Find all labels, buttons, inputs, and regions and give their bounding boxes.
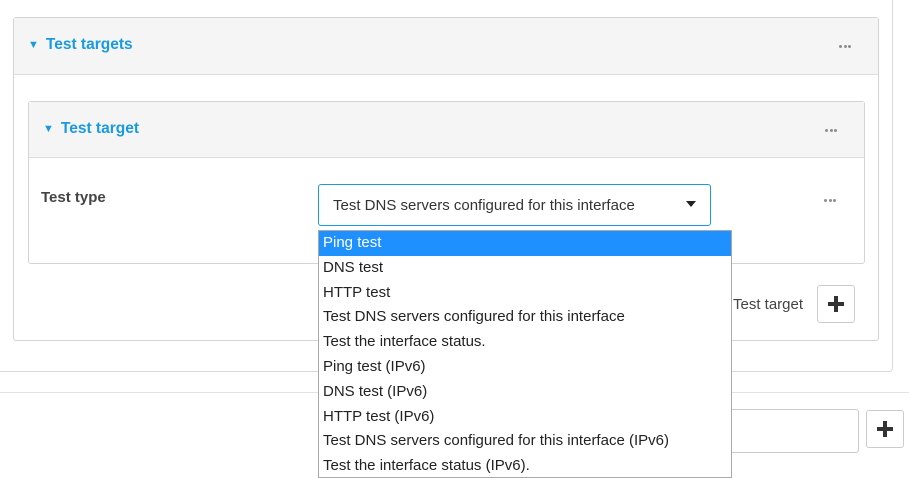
test-target-title: Test target [60, 120, 139, 137]
test-type-dropdown: Ping test DNS test HTTP test Test DNS se… [318, 230, 732, 478]
dropdown-option[interactable]: DNS test (IPv6) [319, 380, 731, 405]
collapse-caret-icon: ▼ [43, 123, 54, 135]
test-targets-header: ▼ Test targets [14, 18, 878, 75]
add-test-target-button[interactable] [817, 285, 855, 323]
plus-icon [877, 421, 893, 437]
dropdown-option[interactable]: Test the interface status. [319, 330, 731, 355]
add-item-button[interactable] [866, 410, 904, 448]
plus-icon [828, 296, 844, 312]
dropdown-option[interactable]: HTTP test (IPv6) [319, 405, 731, 430]
test-targets-toggle[interactable]: ▼ Test targets [28, 36, 133, 54]
text-input[interactable] [726, 409, 859, 453]
dropdown-option[interactable]: Test DNS servers configured for this int… [319, 305, 731, 330]
add-test-target-label: Test target [733, 296, 804, 313]
collapse-caret-icon: ▼ [28, 39, 39, 51]
dropdown-option[interactable]: DNS test [319, 256, 731, 281]
more-dots-icon[interactable] [824, 199, 836, 202]
more-dots-icon[interactable] [825, 129, 837, 132]
dropdown-option[interactable]: Ping test (IPv6) [319, 355, 731, 380]
test-type-select[interactable]: Test DNS servers configured for this int… [318, 184, 711, 226]
test-type-value: Test DNS servers configured for this int… [333, 196, 635, 214]
dropdown-option[interactable]: Ping test [319, 231, 731, 256]
dropdown-option[interactable]: Test the interface status (IPv6). [319, 454, 731, 477]
dropdown-option[interactable]: Test DNS servers configured for this int… [319, 429, 731, 454]
chevron-down-icon [686, 201, 696, 207]
test-target-toggle[interactable]: ▼ Test target [43, 120, 139, 138]
test-type-label: Test type [41, 189, 106, 206]
test-target-header: ▼ Test target [29, 102, 864, 158]
more-dots-icon[interactable] [839, 45, 851, 48]
test-targets-title: Test targets [45, 36, 133, 53]
dropdown-option[interactable]: HTTP test [319, 281, 731, 306]
